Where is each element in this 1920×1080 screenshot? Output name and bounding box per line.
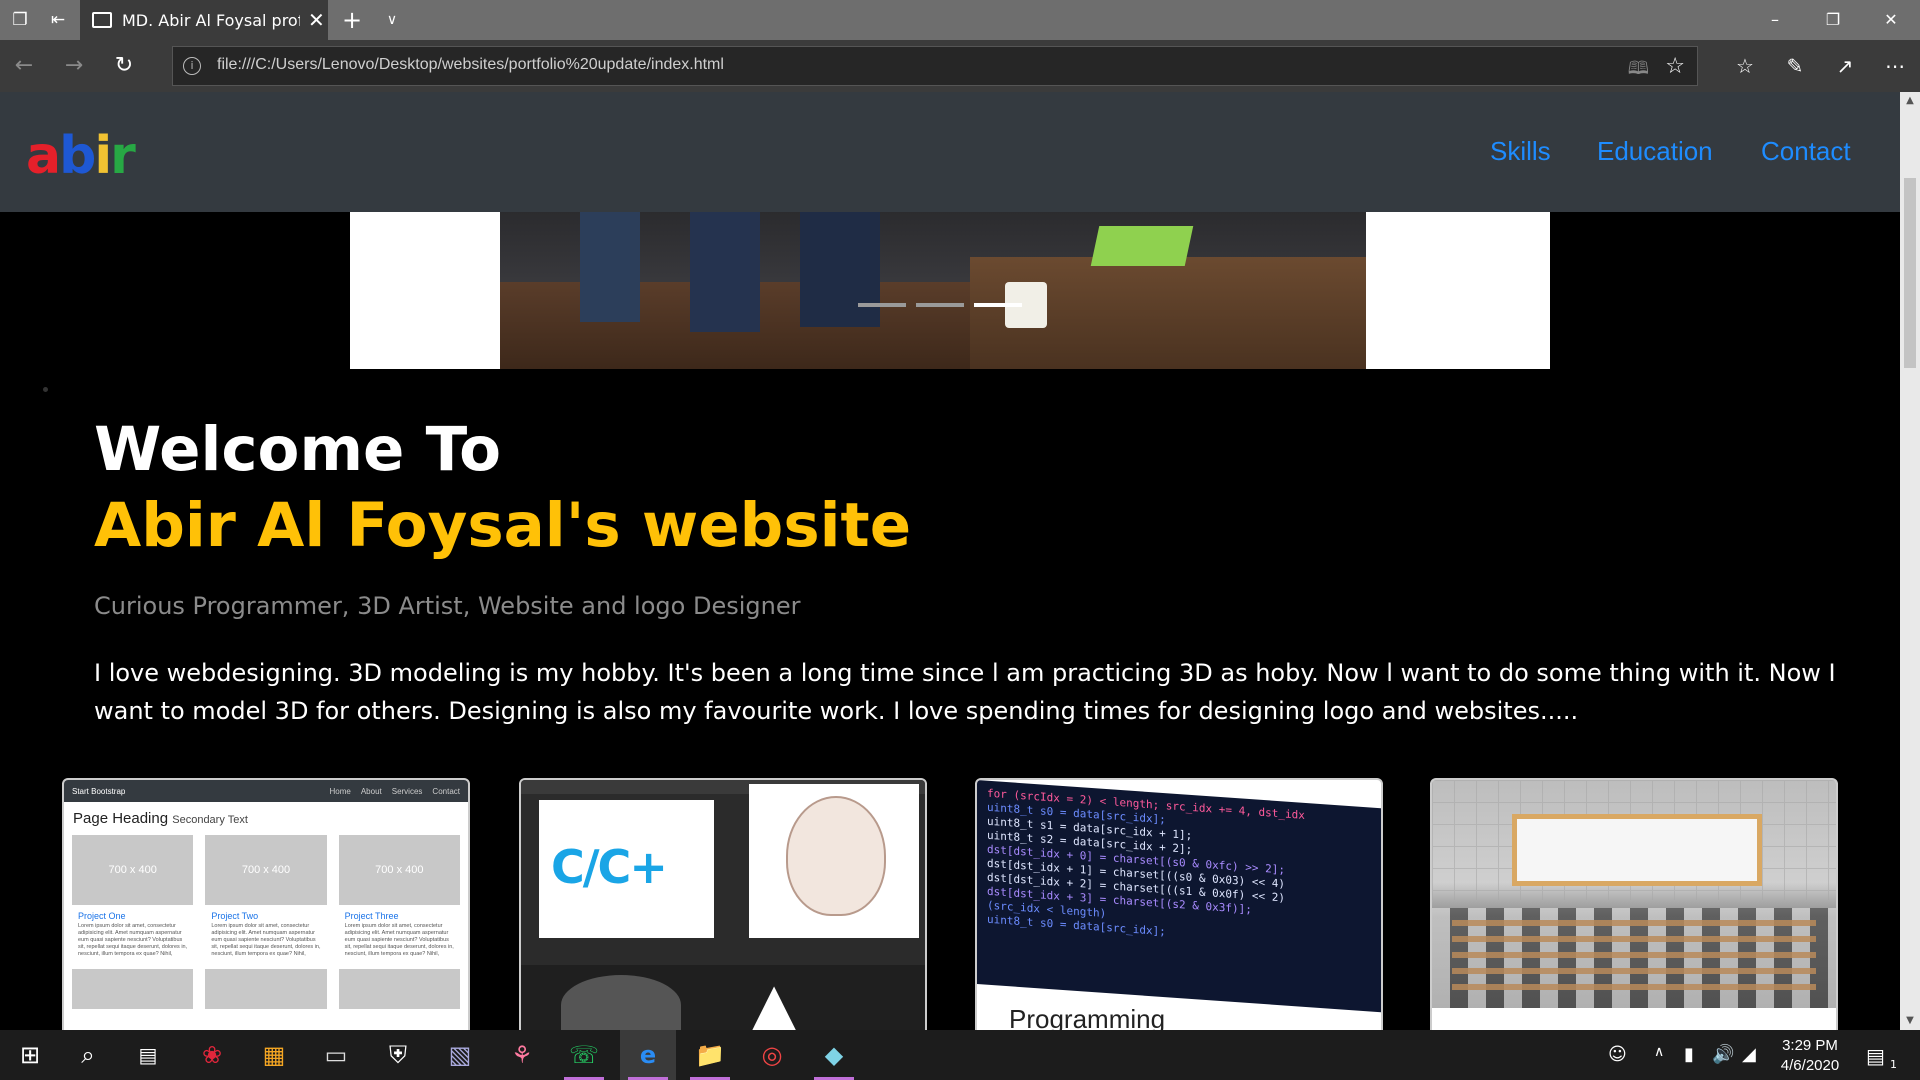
terminal-icon[interactable]: ▭ xyxy=(308,1030,364,1080)
hamster-illustration xyxy=(786,796,886,916)
nav-skills-link[interactable]: Skills xyxy=(1490,136,1551,167)
carousel-slide-image xyxy=(500,212,1366,369)
active-tab[interactable]: MD. Abir Al Foysal profi ✕ xyxy=(80,0,328,40)
tabs-aside-icon[interactable]: ❐ xyxy=(8,8,32,32)
store-icon[interactable]: ▦ xyxy=(246,1030,302,1080)
portfolio-card-3d[interactable] xyxy=(1430,778,1838,1030)
whatsapp-icon[interactable]: ☏ xyxy=(556,1030,612,1080)
carousel-indicator-1[interactable] xyxy=(858,303,906,307)
portfolio-card-bootstrap[interactable]: Start Bootstrap Home About Services Cont… xyxy=(62,778,470,1030)
preview-project: 700 x 400 Project Three Lorem ipsum dolo… xyxy=(338,835,460,1009)
minimize-button[interactable]: – xyxy=(1750,0,1800,40)
preview-project-grid: 700 x 400 Project One Lorem ipsum dolor … xyxy=(64,831,468,1013)
preview-project: 700 x 400 Project Two Lorem ipsum dolor … xyxy=(205,835,327,1009)
page-scrollbar[interactable]: ▲ ▼ xyxy=(1900,92,1920,1030)
show-hidden-icons-chevron-icon[interactable]: ∧ xyxy=(1654,1044,1664,1060)
decorative-dot xyxy=(43,387,48,392)
site-name-heading: Abir Al Foysal's website xyxy=(94,490,912,561)
tab-title: MD. Abir Al Foysal profi xyxy=(122,10,300,30)
preview-project: 700 x 400 Project One Lorem ipsum dolor … xyxy=(72,835,194,1009)
file-explorer-icon[interactable]: 📁 xyxy=(682,1030,738,1080)
volume-icon[interactable]: 🔊 xyxy=(1712,1044,1734,1065)
notification-count: 1 xyxy=(1890,1058,1897,1071)
new-tab-icon[interactable]: + xyxy=(340,8,364,32)
chrome-icon[interactable]: ◎ xyxy=(744,1030,800,1080)
code-screenshot: for (srcIdx = 2) < length; src_idx += 4,… xyxy=(977,780,1381,1013)
app-logo-icon: ▲ xyxy=(751,970,798,1030)
tagline: Curious Programmer, 3D Artist, Website a… xyxy=(94,592,801,620)
nav-education-link[interactable]: Education xyxy=(1597,136,1713,167)
url-text: file:///C:/Users/Lenovo/Desktop/websites… xyxy=(217,56,724,73)
preview-navbar: Start Bootstrap Home About Services Cont… xyxy=(64,780,468,802)
scrollbar-thumb[interactable] xyxy=(1904,178,1916,368)
site-logo[interactable]: abir xyxy=(26,126,136,186)
carousel-indicator-2[interactable] xyxy=(916,303,964,307)
favorite-star-icon[interactable]: ☆ xyxy=(1665,54,1685,79)
carousel-indicator-3[interactable] xyxy=(974,303,1022,307)
security-shield-icon[interactable]: ⛨ xyxy=(370,1030,426,1080)
system-clock[interactable]: 3:29 PM 4/6/2020 xyxy=(1760,1036,1860,1076)
hero-carousel[interactable] xyxy=(350,212,1550,369)
task-view-icon[interactable]: ▤ xyxy=(120,1030,176,1080)
scroll-down-icon[interactable]: ▼ xyxy=(1900,1012,1920,1030)
page-icon xyxy=(92,12,112,28)
clock-date: 4/6/2020 xyxy=(1780,1057,1840,1074)
close-tab-icon[interactable]: ✕ xyxy=(308,8,325,32)
whiteboard xyxy=(1512,814,1762,886)
web-note-icon[interactable]: ✎ xyxy=(1780,52,1810,80)
edge-browser-icon[interactable]: e xyxy=(620,1030,676,1080)
welcome-heading: Welcome To xyxy=(94,414,502,485)
preview-heading: Page Heading Secondary Text xyxy=(73,810,248,827)
restore-button[interactable]: ❐ xyxy=(1808,0,1858,40)
battery-icon[interactable]: ▮ xyxy=(1684,1044,1694,1065)
url-field[interactable]: i file:///C:/Users/Lenovo/Desktop/websit… xyxy=(172,46,1698,86)
scroll-up-icon[interactable]: ▲ xyxy=(1900,92,1920,110)
app-red-icon[interactable]: ❀ xyxy=(184,1030,240,1080)
people-icon[interactable]: ☺ xyxy=(1608,1044,1627,1065)
more-menu-icon[interactable]: ⋯ xyxy=(1880,52,1910,80)
share-icon[interactable]: ↗ xyxy=(1830,52,1860,80)
browser-tab-bar: ❐ ⇤ MD. Abir Al Foysal profi ✕ + ∨ – ❐ ✕ xyxy=(0,0,1920,40)
set-tabs-aside-icon[interactable]: ⇤ xyxy=(46,8,70,32)
tab-preview-chevron-icon[interactable]: ∨ xyxy=(380,8,404,32)
close-window-button[interactable]: ✕ xyxy=(1866,0,1916,40)
puffin-render xyxy=(561,975,681,1030)
portfolio-card-programming[interactable]: for (srcIdx = 2) < length; src_idx += 4,… xyxy=(975,778,1383,1030)
app-notes-icon[interactable]: ◆ xyxy=(806,1030,862,1080)
back-icon[interactable]: ← xyxy=(10,52,38,80)
favorites-list-icon[interactable]: ☆ xyxy=(1730,52,1760,80)
reading-view-icon[interactable]: 🕮 xyxy=(1628,56,1649,86)
nav-contact-link[interactable]: Contact xyxy=(1761,136,1851,167)
start-windows-icon[interactable]: ⊞ xyxy=(2,1030,58,1080)
paint-icon[interactable]: ⚘ xyxy=(494,1030,550,1080)
page-viewport: abir Skills Education Contact Welcome To… xyxy=(0,92,1900,1030)
c-cpp-logo: C/C+ xyxy=(551,840,668,894)
wifi-icon[interactable]: ◢ xyxy=(1742,1044,1756,1065)
portfolio-card-design[interactable]: C/C+ ▲ xyxy=(519,778,927,1030)
refresh-icon[interactable]: ↻ xyxy=(110,52,138,80)
address-bar-row: ← → ↻ i file:///C:/Users/Lenovo/Desktop/… xyxy=(0,40,1920,92)
clock-time: 3:29 PM xyxy=(1782,1037,1838,1054)
about-text: I love webdesigning. 3D modeling is my h… xyxy=(94,659,1836,725)
app-window-icon[interactable]: ▧ xyxy=(432,1030,488,1080)
windows-taskbar: ⊞ ⌕ ▤ ❀ ▦ ▭ ⛨ ▧ ⚘ ☏ e 📁 ◎ ◆ ☺ ∧ ▮ 🔊 ◢ 3:… xyxy=(0,1030,1920,1080)
search-icon[interactable]: ⌕ xyxy=(60,1030,116,1080)
site-header: abir Skills Education Contact xyxy=(0,92,1900,212)
card-title: Programming xyxy=(1009,1004,1166,1030)
forward-icon[interactable]: → xyxy=(60,52,88,80)
action-center-icon[interactable]: ▤ xyxy=(1866,1044,1885,1068)
site-info-icon[interactable]: i xyxy=(183,57,201,75)
